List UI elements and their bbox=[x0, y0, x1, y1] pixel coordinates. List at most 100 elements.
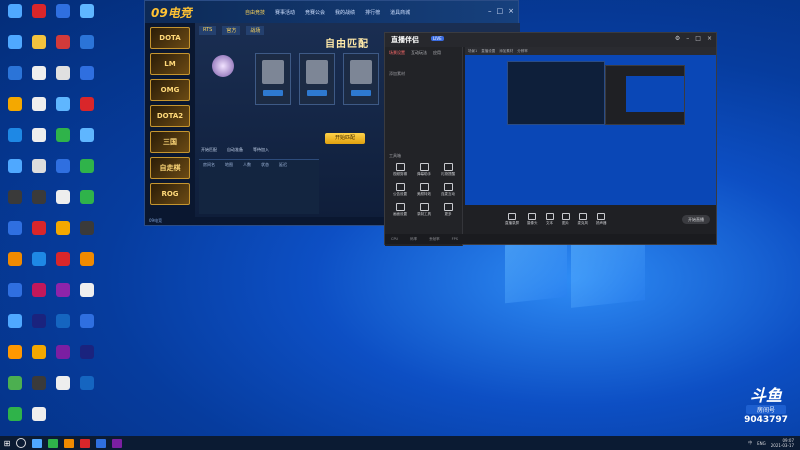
desktop-icon[interactable] bbox=[4, 345, 26, 359]
desktop-icon[interactable] bbox=[4, 128, 26, 142]
preview-toolbar-item[interactable]: 分辨率 bbox=[517, 47, 528, 55]
player-slot[interactable] bbox=[299, 53, 335, 105]
desktop-icon[interactable] bbox=[28, 376, 50, 390]
settings-icon[interactable]: ⚙ bbox=[675, 35, 680, 42]
game-nav-item[interactable]: 道具商城 bbox=[390, 9, 410, 16]
start-live-button[interactable]: 开始直播 bbox=[682, 215, 710, 224]
desktop-icon[interactable] bbox=[76, 252, 98, 266]
search-icon[interactable] bbox=[16, 438, 26, 448]
desktop-icon[interactable] bbox=[76, 4, 98, 18]
stream-tool-window[interactable]: 直播伴侣 LIVE ⚙ – □ × 场景设置 互动玩法 应用 添加素材 工具箱 视频… bbox=[384, 32, 717, 246]
taskbar-app-icon[interactable] bbox=[96, 438, 106, 448]
game-sidebar-item[interactable]: ROG bbox=[150, 183, 190, 205]
desktop-icon[interactable] bbox=[76, 221, 98, 235]
game-sidebar-item[interactable]: DOTA bbox=[150, 27, 190, 49]
toolbox-tool[interactable]: 公告设置 bbox=[389, 183, 411, 197]
preview-toolbar-item[interactable]: 场景1 bbox=[468, 47, 477, 55]
desktop-icon[interactable] bbox=[28, 407, 50, 421]
desktop-icon[interactable] bbox=[28, 221, 50, 235]
invite-button[interactable] bbox=[351, 90, 371, 96]
taskbar-app-icon[interactable] bbox=[32, 438, 42, 448]
taskbar-app-icon[interactable] bbox=[80, 438, 90, 448]
desktop-icon[interactable] bbox=[28, 159, 50, 173]
desktop-icon[interactable] bbox=[28, 252, 50, 266]
toolbox-tool[interactable]: 连麦互动 bbox=[437, 183, 459, 197]
taskbar-app-icon[interactable] bbox=[64, 438, 74, 448]
desktop-icon[interactable] bbox=[76, 190, 98, 204]
game-nav-item[interactable]: 我的战绩 bbox=[335, 9, 355, 16]
desktop-icon[interactable] bbox=[28, 66, 50, 80]
desktop-icon[interactable] bbox=[4, 376, 26, 390]
desktop-icon[interactable] bbox=[28, 35, 50, 49]
desktop-icon[interactable] bbox=[76, 66, 98, 80]
desktop-icon[interactable] bbox=[4, 66, 26, 80]
desktop-icon[interactable] bbox=[52, 159, 74, 173]
minimize-icon[interactable]: – bbox=[686, 35, 689, 42]
maximize-icon[interactable]: □ bbox=[497, 7, 504, 15]
desktop-icon[interactable] bbox=[52, 252, 74, 266]
desktop-icon[interactable] bbox=[76, 283, 98, 297]
toolbox-tool[interactable]: 弹幕助手 bbox=[413, 163, 435, 177]
toolbox-tool[interactable]: 画面设置 bbox=[389, 203, 411, 217]
desktop-icon[interactable] bbox=[76, 97, 98, 111]
preview-toolbar-item[interactable]: 直播设置 bbox=[481, 47, 495, 55]
game-tab[interactable]: 战场 bbox=[246, 26, 265, 35]
source-tool[interactable]: 图片 bbox=[561, 212, 570, 226]
source-tool[interactable]: 直播录屏 bbox=[505, 212, 519, 226]
taskbar-app-icon[interactable] bbox=[112, 438, 122, 448]
desktop-icon[interactable] bbox=[4, 97, 26, 111]
desktop-icon[interactable] bbox=[4, 159, 26, 173]
desktop-icon[interactable] bbox=[52, 66, 74, 80]
game-tab[interactable]: RTS bbox=[199, 26, 217, 35]
desktop-icon[interactable] bbox=[76, 159, 98, 173]
minimize-icon[interactable]: – bbox=[488, 7, 492, 15]
toolbox-tool[interactable]: 美颜特效 bbox=[413, 183, 435, 197]
game-sidebar-item[interactable]: 三国 bbox=[150, 131, 190, 153]
room-list[interactable]: 房间名 地图 人数 状态 延迟 bbox=[199, 159, 319, 214]
match-option-checkbox[interactable]: 等待加入 bbox=[253, 147, 269, 153]
desktop-icon[interactable] bbox=[4, 252, 26, 266]
host-slot[interactable] bbox=[203, 53, 243, 105]
stream-left-tab[interactable]: 场景设置 bbox=[389, 50, 405, 56]
game-nav-item[interactable]: 赛事活动 bbox=[275, 9, 295, 16]
desktop-icon[interactable] bbox=[28, 283, 50, 297]
toolbox-tool[interactable]: 录制工具 bbox=[413, 203, 435, 217]
desktop-icon[interactable] bbox=[4, 221, 26, 235]
desktop-icon[interactable] bbox=[52, 97, 74, 111]
game-sidebar-item[interactable]: LM bbox=[150, 53, 190, 75]
desktop-icon[interactable] bbox=[76, 35, 98, 49]
game-sidebar-item[interactable]: DOTA2 bbox=[150, 105, 190, 127]
match-option-checkbox[interactable]: 开始匹配 bbox=[201, 147, 217, 153]
game-sidebar-item[interactable]: 自走棋 bbox=[150, 157, 190, 179]
game-nav-item[interactable]: 竞赛公会 bbox=[305, 9, 325, 16]
desktop-icon[interactable] bbox=[28, 190, 50, 204]
desktop-icon[interactable] bbox=[28, 345, 50, 359]
start-match-button[interactable]: 开始匹配 bbox=[325, 133, 365, 144]
desktop-icon[interactable] bbox=[52, 128, 74, 142]
desktop-icon[interactable] bbox=[52, 314, 74, 328]
desktop-icon[interactable] bbox=[28, 97, 50, 111]
match-option-checkbox[interactable]: 自动准备 bbox=[227, 147, 243, 153]
desktop-icon[interactable] bbox=[76, 314, 98, 328]
add-source-label[interactable]: 添加素材 bbox=[389, 71, 405, 77]
invite-button[interactable] bbox=[307, 90, 327, 96]
game-nav-item[interactable]: 排行榜 bbox=[365, 9, 380, 16]
stream-title-bar[interactable]: 直播伴侣 LIVE ⚙ – □ × bbox=[385, 33, 716, 47]
player-slot[interactable] bbox=[343, 53, 379, 105]
game-tab[interactable]: 官方 bbox=[222, 26, 241, 35]
ime-indicator[interactable]: 中 bbox=[748, 440, 752, 446]
preview-toolbar-item[interactable]: 添加素材 bbox=[499, 47, 513, 55]
game-sidebar-item[interactable]: OMG bbox=[150, 79, 190, 101]
invite-button[interactable] bbox=[263, 90, 283, 96]
desktop-icon[interactable] bbox=[28, 128, 50, 142]
desktop-icon[interactable] bbox=[52, 221, 74, 235]
desktop-icon[interactable] bbox=[4, 283, 26, 297]
toolbox-tool[interactable]: 礼物提醒 bbox=[437, 163, 459, 177]
desktop-icon[interactable] bbox=[4, 407, 26, 421]
source-tool[interactable]: 麦克风 bbox=[578, 212, 588, 226]
desktop-icon[interactable] bbox=[76, 376, 98, 390]
desktop-icon[interactable] bbox=[4, 35, 26, 49]
language-indicator[interactable]: ENG bbox=[757, 441, 766, 446]
stream-left-tab[interactable]: 应用 bbox=[433, 50, 441, 56]
desktop-icon[interactable] bbox=[52, 376, 74, 390]
